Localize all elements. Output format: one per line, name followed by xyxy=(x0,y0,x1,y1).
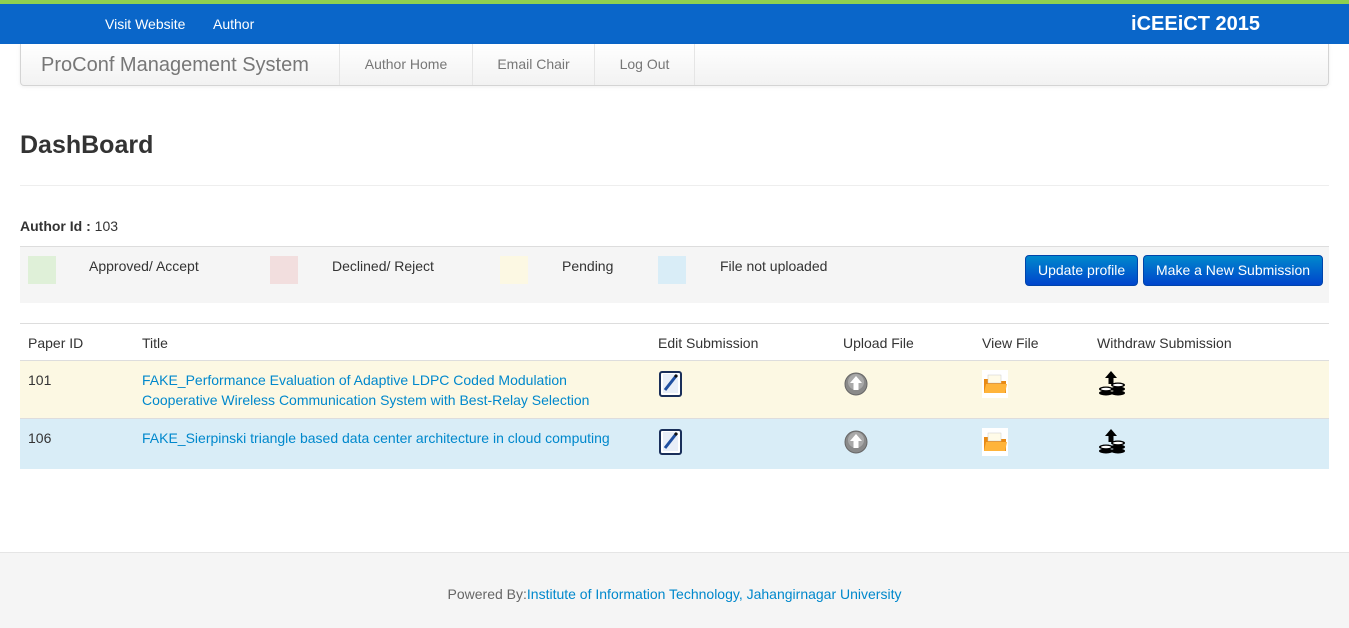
heading-divider xyxy=(20,185,1329,186)
nav-log-out[interactable]: Log Out xyxy=(594,44,695,85)
author-id-label: Author Id : xyxy=(20,218,91,234)
col-edit-submission: Edit Submission xyxy=(650,323,835,361)
system-brand[interactable]: ProConf Management System xyxy=(41,54,309,77)
col-view-file: View File xyxy=(974,323,1089,361)
edit-notepad-icon[interactable] xyxy=(658,428,684,456)
legend-swatch-approved xyxy=(28,256,56,284)
new-submission-button[interactable]: Make a New Submission xyxy=(1143,255,1324,286)
footer: Powered By:Institute of Information Tech… xyxy=(0,552,1349,628)
table-header-row: Paper ID Title Edit Submission Upload Fi… xyxy=(20,323,1329,361)
visit-website-link[interactable]: Visit Website xyxy=(105,16,185,32)
status-legend: Approved/ Accept Declined/ Reject Pendin… xyxy=(20,246,1329,303)
footer-text: Powered By:Institute of Information Tech… xyxy=(0,586,1349,602)
col-withdraw-submission: Withdraw Submission xyxy=(1089,323,1329,361)
top-bar: Visit Website Author iCEEiCT 2015 xyxy=(0,0,1349,44)
nav-email-chair[interactable]: Email Chair xyxy=(472,44,594,85)
table-row: 101 FAKE_Performance Evaluation of Adapt… xyxy=(20,360,1329,419)
title-cell: FAKE_Sierpinski triangle based data cent… xyxy=(134,418,650,469)
col-upload-file: Upload File xyxy=(835,323,974,361)
legend-label-approved: Approved/ Accept xyxy=(89,258,199,274)
update-profile-button[interactable]: Update profile xyxy=(1025,255,1139,286)
withdraw-cell xyxy=(1089,418,1329,469)
powered-by-label: Powered By: xyxy=(447,586,527,602)
withdraw-cell xyxy=(1089,360,1329,419)
paper-title-link[interactable]: FAKE_Sierpinski triangle based data cent… xyxy=(142,430,610,446)
upload-cell xyxy=(835,360,974,419)
conference-brand: iCEEiCT 2015 xyxy=(1131,13,1260,35)
paper-id-cell: 101 xyxy=(20,360,134,419)
folder-icon[interactable] xyxy=(982,370,1008,398)
papers-table: Paper ID Title Edit Submission Upload Fi… xyxy=(20,323,1329,469)
legend-label-not-uploaded: File not uploaded xyxy=(720,258,828,274)
paper-id-cell: 106 xyxy=(20,418,134,469)
title-cell: FAKE_Performance Evaluation of Adaptive … xyxy=(134,360,650,419)
edit-notepad-icon[interactable] xyxy=(658,370,684,398)
legend-swatch-not-uploaded xyxy=(658,256,686,284)
author-id-value: 103 xyxy=(94,218,119,234)
upload-cell xyxy=(835,418,974,469)
legend-label-pending: Pending xyxy=(562,258,614,274)
table-row: 106 FAKE_Sierpinski triangle based data … xyxy=(20,418,1329,469)
view-cell xyxy=(974,418,1089,469)
withdraw-coins-icon[interactable] xyxy=(1097,370,1125,398)
legend-label-declined: Declined/ Reject xyxy=(332,258,434,274)
author-id: Author Id : 103 xyxy=(20,218,118,234)
upload-arrow-icon[interactable] xyxy=(843,428,869,456)
view-cell xyxy=(974,360,1089,419)
withdraw-coins-icon[interactable] xyxy=(1097,428,1125,456)
legend-swatch-declined xyxy=(270,256,298,284)
upload-arrow-icon[interactable] xyxy=(843,370,869,398)
page-title: DashBoard xyxy=(20,131,154,159)
main-navbar: ProConf Management System Author Home Em… xyxy=(20,44,1329,86)
edit-cell xyxy=(650,360,835,419)
paper-title-link[interactable]: FAKE_Performance Evaluation of Adaptive … xyxy=(142,372,589,408)
col-paper-id: Paper ID xyxy=(20,323,134,361)
col-title: Title xyxy=(134,323,650,361)
institute-link[interactable]: Institute of Information Technology, Jah… xyxy=(527,586,902,602)
nav-author-home[interactable]: Author Home xyxy=(339,44,472,85)
folder-icon[interactable] xyxy=(982,428,1008,456)
legend-swatch-pending xyxy=(500,256,528,284)
edit-cell xyxy=(650,418,835,469)
author-link[interactable]: Author xyxy=(213,16,254,32)
